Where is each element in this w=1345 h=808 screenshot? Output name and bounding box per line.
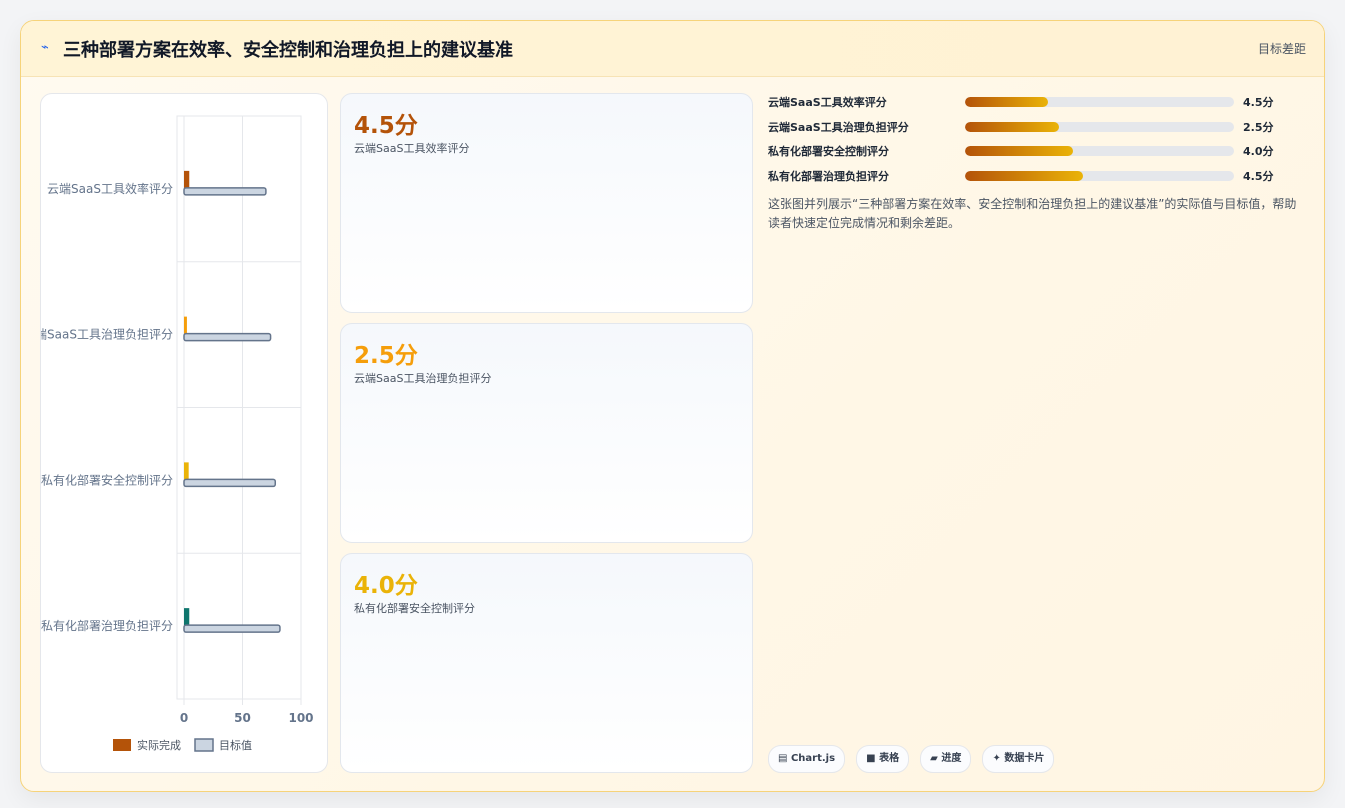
kpi-card-efficiency: 4.5分 云端SaaS工具效率评分 xyxy=(340,93,753,313)
bar-chart: 0 50 100 云端SaaS工具效率评分云端SaaS工具治理负担评分私有化部署安全控… xyxy=(41,115,314,752)
target-gap-link[interactable]: 目标差距 xyxy=(1258,40,1306,57)
progress-value: 4.5分 xyxy=(1243,96,1274,109)
progress-value: 2.5分 xyxy=(1243,120,1274,134)
y-tick-label: 私有化部署治理负担评分 xyxy=(41,618,173,633)
progress-track xyxy=(965,171,1234,182)
x-tick-label: 100 xyxy=(288,711,313,725)
table-icon: ■ xyxy=(866,753,876,764)
legend-swatch-target xyxy=(194,738,214,752)
kpi-label: 私有化部署安全控制评分 xyxy=(354,602,475,615)
legend-swatch-actual xyxy=(113,739,131,751)
card-icon: ✦ xyxy=(992,753,1001,764)
tag-label: Chart.js xyxy=(790,753,836,764)
progress-label: 私有化部署安全控制评分 xyxy=(768,145,889,159)
progress-fill xyxy=(965,97,1049,107)
bar-actual xyxy=(184,462,189,480)
progress-label: 私有化部署治理负担评分 xyxy=(768,170,889,184)
bar-actual xyxy=(184,170,190,188)
legend-label: 实际完成 xyxy=(137,738,181,752)
kpi-card-security: 4.0分 私有化部署安全控制评分 xyxy=(340,553,753,773)
tag-label: 进度 xyxy=(941,753,962,764)
chart-description: 这张图并列展示“三种部署方案在效率、安全控制和治理负担上的建议基准”的实际值与目… xyxy=(768,197,1297,230)
kpi-value: 4.5分 xyxy=(354,113,418,139)
bar-target xyxy=(183,187,267,196)
kpi-label: 云端SaaS工具治理负担评分 xyxy=(354,372,492,385)
progress-row: 云端SaaS工具效率评分 4.5分 xyxy=(768,93,1288,118)
bar-target xyxy=(183,478,277,488)
kpi-value: 2.5分 xyxy=(354,343,418,369)
lightning-icon: ⌁ xyxy=(41,40,49,55)
progress-track xyxy=(965,146,1234,157)
tag-table[interactable]: ■ 表格 xyxy=(856,745,910,773)
tag-chartjs[interactable]: ▤ Chart.js xyxy=(768,745,846,773)
tag-label: 数据卡片 xyxy=(1004,753,1045,764)
tag-label: 表格 xyxy=(879,753,900,764)
progress-label: 云端SaaS工具治理负担评分 xyxy=(768,120,909,134)
y-tick-label: 云端SaaS工具效率评分 xyxy=(47,181,173,196)
tag-data-card[interactable]: ✦ 数据卡片 xyxy=(982,745,1055,773)
progress-list: 云端SaaS工具效率评分 4.5分 云端SaaS工具治理负担评分 2.5分 私有… xyxy=(768,93,1288,192)
progress-row: 私有化部署治理负担评分 4.5分 xyxy=(768,167,1288,192)
bar-target xyxy=(183,332,272,342)
bar-actual xyxy=(184,608,190,626)
progress-icon: ▰ xyxy=(930,753,938,764)
progress-fill xyxy=(965,171,1084,182)
progress-label: 云端SaaS工具效率评分 xyxy=(768,96,887,109)
dashboard-frame: ⌁ 三种部署方案在效率、安全控制和治理负担上的建议基准 目标差距 0 50 100 云… xyxy=(20,20,1325,792)
header: ⌁ 三种部署方案在效率、安全控制和治理负担上的建议基准 目标差距 xyxy=(21,21,1324,77)
progress-fill xyxy=(965,146,1073,157)
page-title: 三种部署方案在效率、安全控制和治理负担上的建议基准 xyxy=(63,40,513,61)
progress-value: 4.0分 xyxy=(1243,145,1274,159)
kpi-value: 4.0分 xyxy=(354,573,418,599)
legend-label: 目标值 xyxy=(219,738,252,752)
y-tick-label: 云端SaaS工具治理负担评分 xyxy=(41,328,173,342)
progress-track xyxy=(965,121,1234,132)
kpi-label: 云端SaaS工具效率评分 xyxy=(354,142,470,155)
chart-icon: ▤ xyxy=(778,753,788,764)
progress-track xyxy=(965,97,1234,107)
kpi-card-governance: 2.5分 云端SaaS工具治理负担评分 xyxy=(340,323,753,543)
progress-row: 私有化部署安全控制评分 4.0分 xyxy=(768,142,1288,167)
tag-list: ▤ Chart.js ■ 表格 ▰ 进度 ✦ 数据卡片 xyxy=(768,745,1060,773)
tag-progress[interactable]: ▰ 进度 xyxy=(920,745,972,773)
x-tick-label: 50 xyxy=(234,711,251,725)
bar-target xyxy=(183,624,281,633)
x-tick-label: 0 xyxy=(180,711,188,725)
progress-row: 云端SaaS工具治理负担评分 2.5分 xyxy=(768,118,1288,143)
y-tick-label: 私有化部署安全控制评分 xyxy=(41,472,173,487)
bar-chart-panel: 0 50 100 云端SaaS工具效率评分云端SaaS工具治理负担评分私有化部署安全控… xyxy=(40,93,328,773)
bar-actual xyxy=(184,316,187,334)
progress-value: 4.5分 xyxy=(1243,170,1274,184)
progress-fill xyxy=(965,121,1060,132)
